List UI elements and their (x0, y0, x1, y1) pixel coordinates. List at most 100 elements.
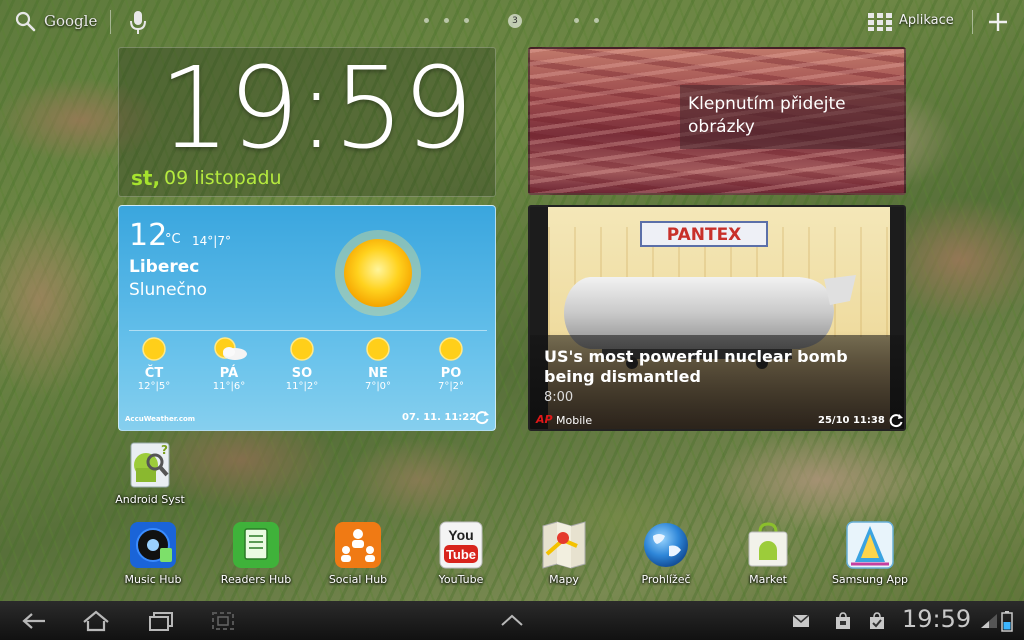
forecast-day-temps: 12°|5° (137, 381, 171, 392)
forecast-day-temps: 11°|2° (285, 381, 319, 392)
clock-time: 19:59 (159, 44, 474, 174)
app-music-hub[interactable]: Music Hub (105, 520, 201, 586)
apps-button-label[interactable]: Aplikace (899, 13, 954, 28)
battery-icon (1001, 611, 1013, 632)
app-label: Samsung App (831, 573, 909, 586)
forecast-day: PÁ 11°|6° (199, 336, 259, 392)
add-icon[interactable] (987, 11, 1009, 33)
svg-text:?: ? (161, 443, 168, 457)
current-temperature: 12 (129, 218, 168, 253)
sun-cloud-icon (214, 337, 247, 360)
music-hub-icon (130, 522, 176, 568)
android-system-icon: ? (130, 442, 170, 488)
weather-widget[interactable]: 12 °C 14°|7° Liberec Slunečno ČT 12°|5° … (118, 205, 496, 431)
photo-hint-box: Klepnutím přidejte obrázky (680, 85, 904, 149)
page-dot (444, 18, 449, 23)
news-date: 25/10 11:38 (818, 415, 885, 426)
news-headline[interactable]: US's most powerful nuclear bomb being di… (544, 347, 894, 387)
youtube-icon: You Tube (439, 521, 483, 569)
readers-hub-icon (233, 522, 279, 568)
news-time: 8:00 (544, 390, 574, 405)
sun-icon (142, 337, 166, 361)
forecast-day-name: SO (291, 366, 313, 381)
temperature-range: 14°|7° (192, 234, 231, 248)
forecast-day: ČT 12°|5° (124, 336, 184, 392)
forecast-day-name: PÁ (219, 366, 239, 381)
refresh-icon[interactable] (888, 412, 904, 428)
sun-icon (290, 337, 314, 361)
app-label: Market (749, 573, 787, 586)
back-icon[interactable] (20, 609, 48, 633)
forecast-day-temps: 7°|0° (364, 381, 392, 392)
divider (972, 10, 973, 34)
sun-icon (366, 337, 390, 361)
weather-condition: Slunečno (129, 280, 208, 300)
weather-city: Liberec (129, 257, 200, 277)
clock-widget[interactable]: 19:59 st, 09 listopadu (118, 44, 496, 197)
top-bar: Google 3 Aplikace (0, 0, 1024, 42)
forecast-day-temps: 11°|6° (212, 381, 246, 392)
temperature-unit: °C (165, 232, 181, 247)
mic-icon[interactable] (128, 9, 148, 35)
refresh-icon[interactable] (474, 409, 490, 425)
app-label: Readers Hub (220, 573, 292, 586)
clock-day: st, (131, 166, 161, 190)
sun-icon (439, 337, 463, 361)
news-sign-text: PANTEX (666, 225, 742, 245)
weather-brand: AccuWeather.com (125, 415, 196, 423)
app-label: Social Hub (328, 573, 388, 586)
maps-icon (542, 521, 586, 569)
google-search-label[interactable]: Google (44, 12, 97, 30)
check-bag-icon[interactable] (868, 612, 886, 630)
apps-grid-icon[interactable] (868, 13, 892, 31)
up-chevron-icon[interactable] (500, 613, 524, 627)
forecast-day-name: ČT (144, 366, 164, 381)
screenshot-icon[interactable] (209, 609, 237, 633)
market-icon (748, 522, 788, 567)
news-source: Mobile (556, 414, 593, 427)
forecast-day: NE 7°|0° (348, 336, 408, 392)
page-dot (594, 18, 599, 23)
home-icon[interactable] (82, 609, 110, 633)
social-hub-icon (335, 522, 381, 568)
app-label: Prohlížeč (641, 573, 691, 586)
photo-hint: Klepnutím přidejte obrázky (688, 94, 846, 137)
search-icon[interactable] (14, 10, 36, 32)
app-android-system[interactable]: ? Android Syst (102, 440, 198, 506)
svg-text:Tube: Tube (446, 547, 476, 562)
app-maps[interactable]: Mapy (516, 520, 612, 586)
divider (129, 330, 487, 331)
recent-apps-icon[interactable] (146, 609, 174, 633)
svg-text:You: You (448, 527, 473, 543)
page-dot (574, 18, 579, 23)
app-samsung-apps[interactable]: Samsung App (822, 520, 918, 586)
app-youtube[interactable]: You Tube YouTube (413, 520, 509, 586)
divider (110, 10, 111, 34)
photo-frame-widget[interactable]: Klepnutím přidejte obrázky (528, 47, 906, 195)
system-navigation-bar: 19:59 (0, 601, 1024, 640)
app-label: Android Syst (115, 493, 185, 506)
status-clock[interactable]: 19:59 (902, 605, 971, 633)
page-dot (464, 18, 469, 23)
app-browser[interactable]: Prohlížeč (618, 520, 714, 586)
ap-logo: AP (536, 413, 553, 426)
app-social-hub[interactable]: Social Hub (310, 520, 406, 586)
bag-icon[interactable] (834, 612, 852, 630)
mail-icon[interactable] (792, 612, 810, 630)
forecast-day-name: PO (440, 366, 462, 381)
forecast-day-name: NE (368, 366, 388, 381)
app-market[interactable]: Market (720, 520, 816, 586)
samsung-apps-icon (846, 521, 894, 569)
forecast-day-temps: 7°|2° (437, 381, 465, 392)
app-label: Mapy (549, 573, 579, 586)
sun-icon (335, 230, 421, 316)
signal-icon (981, 614, 997, 628)
app-readers-hub[interactable]: Readers Hub (208, 520, 304, 586)
app-label: YouTube (438, 573, 484, 586)
news-widget[interactable]: PANTEX US's most powerful nuclear bomb b… (528, 205, 906, 431)
page-dot (424, 18, 429, 23)
weather-updated: 07. 11. 11:22 (402, 412, 477, 423)
current-page-indicator: 3 (508, 14, 522, 28)
news-photo-sign: PANTEX (640, 221, 768, 247)
clock-date: 09 listopadu (164, 167, 282, 189)
